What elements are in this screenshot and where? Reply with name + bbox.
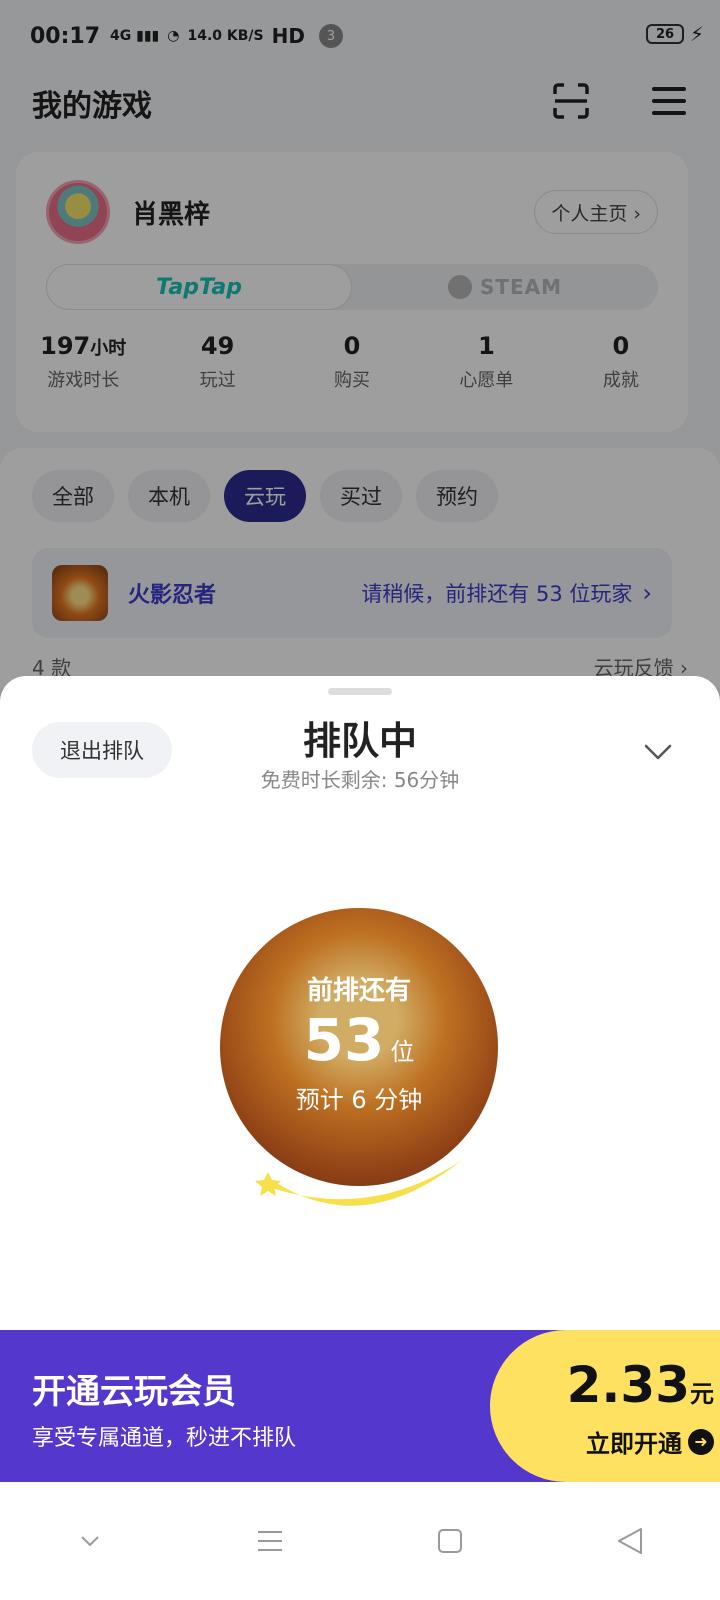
vip-price: 2.33元 (567, 1356, 714, 1414)
queue-position: 53 位 (220, 1006, 498, 1074)
vip-cta-panel[interactable]: 2.33元 立即开通 ➜ (490, 1330, 720, 1482)
arrow-right-icon: ➜ (688, 1428, 714, 1455)
queue-position-unit: 位 (390, 1038, 415, 1066)
nav-menu-icon[interactable] (250, 1521, 290, 1561)
eta-label: 预计 6 分钟 (295, 1086, 423, 1114)
open-now-label: 立即开通 (586, 1430, 682, 1458)
vip-subtitle: 享受专属通道，秒进不排队 (32, 1426, 297, 1451)
price-unit: 元 (690, 1380, 714, 1408)
price-value: 2.33 (566, 1356, 690, 1414)
open-now-button[interactable]: 立即开通 ➜ (586, 1424, 714, 1459)
drag-handle[interactable] (328, 688, 392, 695)
chevron-down-icon[interactable] (642, 736, 674, 768)
nav-back-icon[interactable] (610, 1521, 650, 1561)
nav-collapse-icon[interactable] (70, 1521, 110, 1561)
nav-home-icon[interactable] (430, 1521, 470, 1561)
star-swoosh-decoration (255, 1160, 462, 1206)
system-nav-bar (0, 1482, 720, 1600)
queue-bottom-sheet: 排队中 免费时长剩余: 56分钟 退出排队 前排还有 53 位 预计 6 分钟 开… (0, 676, 720, 1600)
queue-position-number: 53 (303, 1006, 385, 1074)
vip-title: 开通云玩会员 (32, 1372, 236, 1412)
exit-queue-button[interactable]: 退出排队 (32, 722, 172, 778)
ahead-label: 前排还有 (306, 976, 411, 1006)
vip-banner[interactable]: 开通云玩会员 享受专属通道，秒进不排队 2.33元 立即开通 ➜ (0, 1330, 720, 1482)
